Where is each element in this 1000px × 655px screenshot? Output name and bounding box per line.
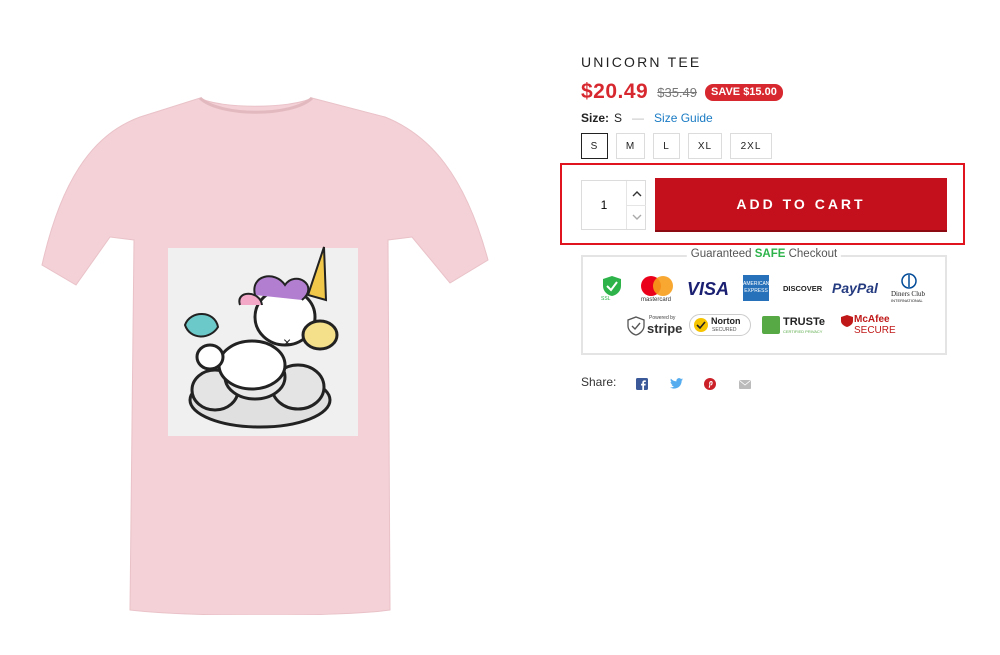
safe-checkout-box: Guaranteed SAFE Checkout SSL mastercard …: [581, 248, 947, 355]
ssl-shield-icon: SSL: [601, 275, 623, 303]
norton-icon: Norton SECURED: [689, 314, 751, 336]
diners-sublabel: INTERNATIONAL: [891, 298, 923, 303]
email-icon[interactable]: [739, 380, 751, 389]
size-guide-link[interactable]: Size Guide: [654, 111, 713, 125]
size-selected-value: S: [614, 111, 623, 125]
checkout-title-prefix: Guaranteed: [690, 248, 755, 260]
size-options: S M L XL 2XL: [581, 133, 780, 159]
size-label: Size:: [581, 111, 610, 125]
diners-club-icon: Diners Club INTERNATIONAL: [889, 273, 929, 303]
checkout-title-safe: SAFE: [754, 248, 786, 260]
quantity-decrease-button[interactable]: [626, 205, 646, 229]
size-option-2xl[interactable]: 2XL: [730, 133, 772, 159]
size-option-m[interactable]: M: [616, 133, 645, 159]
visa-icon: VISA: [687, 279, 730, 299]
facebook-icon[interactable]: [636, 378, 648, 390]
product-info-panel: UNICORN TEE $20.49 $35.49 SAVE $15.00 Si…: [560, 0, 981, 655]
ssl-label: SSL: [601, 296, 611, 302]
norton-label: Norton: [711, 316, 741, 326]
pinterest-icon[interactable]: [704, 378, 716, 390]
price-row: $20.49 $35.49 SAVE $15.00: [581, 80, 783, 104]
twitter-icon[interactable]: [670, 378, 683, 389]
mastercard-label: mastercard: [641, 297, 672, 303]
truste-icon: TRUSTe CERTIFIED PRIVACY: [762, 315, 832, 337]
svg-text:×: ×: [283, 334, 291, 350]
compare-at-price: $35.49: [657, 84, 697, 100]
size-option-xl[interactable]: XL: [688, 133, 722, 159]
sale-price: $20.49: [581, 80, 649, 103]
mcafee-label: McAfee: [854, 314, 890, 325]
product-title: UNICORN TEE: [581, 54, 702, 70]
mcafee-icon: McAfee SECURE: [841, 314, 911, 338]
chevron-up-icon: [632, 190, 641, 196]
add-to-cart-button[interactable]: ADD TO CART: [655, 178, 947, 230]
quantity-input[interactable]: [582, 181, 626, 229]
diners-label: Diners Club: [891, 290, 926, 298]
paypal-icon: PayPal: [832, 280, 878, 296]
checkout-title-suffix: Checkout: [785, 248, 838, 260]
stripe-icon: Powered by stripe: [627, 315, 683, 339]
product-image: ×: [41, 96, 489, 615]
share-label: Share:: [581, 375, 617, 389]
quantity-stepper: [581, 180, 646, 230]
mcafee-sublabel: SECURE: [854, 325, 896, 336]
norton-sublabel: SECURED: [712, 327, 737, 333]
size-separator: —: [632, 111, 645, 125]
mastercard-icon: mastercard: [639, 275, 675, 305]
size-option-l[interactable]: L: [653, 133, 680, 159]
amex-icon: AMERICAN EXPRESS: [743, 275, 769, 301]
stripe-label: stripe: [647, 321, 683, 336]
size-row: Size: S — Size Guide: [581, 111, 713, 125]
chevron-down-icon: [632, 214, 641, 220]
safe-checkout-title: Guaranteed SAFE Checkout: [686, 248, 842, 260]
discover-icon: DISCOVER: [783, 284, 823, 293]
save-badge: SAVE $15.00: [705, 83, 783, 101]
size-option-s[interactable]: S: [581, 133, 608, 159]
truste-sublabel: CERTIFIED PRIVACY: [783, 329, 823, 334]
truste-label: TRUSTe: [783, 316, 825, 328]
quantity-increase-button[interactable]: [626, 181, 646, 206]
